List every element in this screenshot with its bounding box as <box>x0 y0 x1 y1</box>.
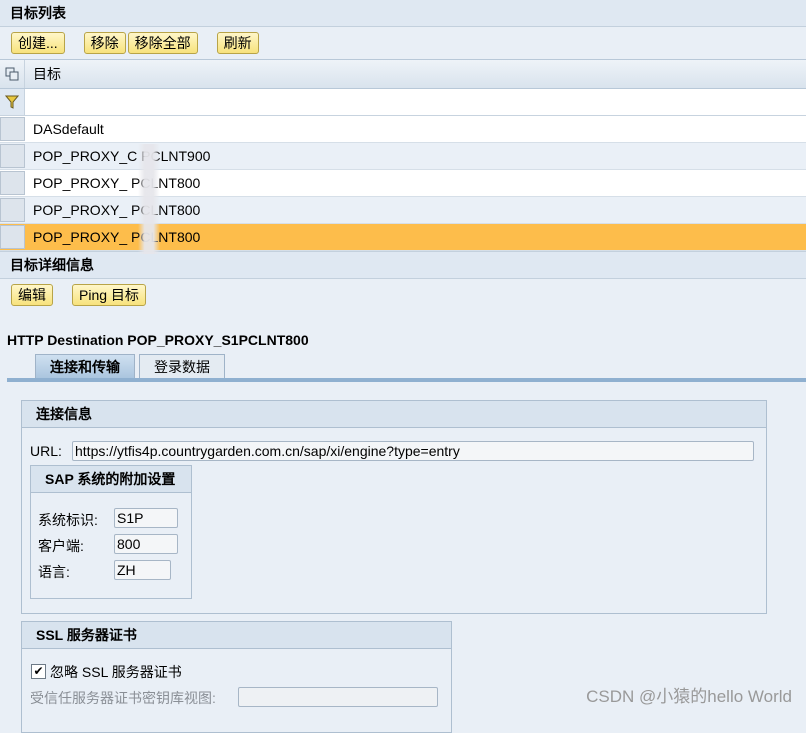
create-button[interactable]: 创建... <box>11 32 65 54</box>
detail-toolbar: 编辑 Ping 目标 <box>0 279 806 311</box>
table-cell: POP_PROXY_ PCLNT800 <box>33 202 201 218</box>
refresh-button[interactable]: 刷新 <box>216 32 259 54</box>
language-label: 语言: <box>38 564 70 580</box>
row-selector[interactable] <box>0 144 25 168</box>
table-row[interactable]: POP_PROXY_ PCLNT800 <box>0 197 806 224</box>
ignore-ssl-checkbox[interactable]: ✔ <box>31 664 46 679</box>
redaction-blur <box>138 144 160 254</box>
url-label: URL: <box>30 443 62 459</box>
edit-button[interactable]: 编辑 <box>11 284 53 306</box>
ssl-panel-title: SSL 服务器证书 <box>22 622 451 649</box>
target-detail-title: 目标详细信息 <box>0 251 806 279</box>
column-header-target[interactable]: 目标 <box>25 64 61 84</box>
filter-row <box>0 89 806 116</box>
target-list-title: 目标列表 <box>0 0 806 27</box>
tab-connection[interactable]: 连接和传输 <box>35 354 135 379</box>
client-field[interactable]: 800 <box>114 534 178 554</box>
watermark: CSDN @小猿的hello World <box>586 687 792 706</box>
filter-icon[interactable] <box>0 89 25 115</box>
select-all-icon[interactable] <box>0 60 25 88</box>
table-cell: DASdefault <box>33 121 104 137</box>
remove-all-button[interactable]: 移除全部 <box>127 32 198 54</box>
row-selector[interactable] <box>0 225 25 249</box>
keystore-label: 受信任服务器证书密钥库视图: <box>30 690 216 706</box>
tab-strip: 连接和传输 登录数据 <box>35 354 229 379</box>
url-field[interactable]: https://ytfis4p.countrygarden.com.cn/sap… <box>72 441 754 461</box>
tab-logon-data[interactable]: 登录数据 <box>139 354 225 379</box>
sap-settings-title: SAP 系统的附加设置 <box>31 466 191 493</box>
system-id-field[interactable]: S1P <box>114 508 178 528</box>
filter-input[interactable] <box>25 89 806 115</box>
ping-button[interactable]: Ping 目标 <box>72 284 146 306</box>
target-table: 目标 DASdefault POP_PROXY_C PCLNT900 POP_P… <box>0 59 806 251</box>
row-selector[interactable] <box>0 117 25 141</box>
system-id-label: 系统标识: <box>38 512 98 528</box>
language-field[interactable]: ZH <box>114 560 171 580</box>
table-row[interactable]: POP_PROXY_C PCLNT900 <box>0 143 806 170</box>
table-row-selected[interactable]: POP_PROXY_ PCLNT800 <box>0 224 806 251</box>
destination-title: HTTP Destination POP_PROXY_S1PCLNT800 <box>7 332 309 348</box>
table-row[interactable]: POP_PROXY_ PCLNT800 <box>0 170 806 197</box>
client-label: 客户端: <box>38 538 84 554</box>
keystore-field[interactable] <box>238 687 438 707</box>
row-selector[interactable] <box>0 198 25 222</box>
table-header: 目标 <box>0 59 806 89</box>
table-cell: POP_PROXY_ PCLNT800 <box>33 229 201 245</box>
table-row[interactable]: DASdefault <box>0 116 806 143</box>
list-toolbar: 创建... 移除 移除全部 刷新 <box>0 27 806 59</box>
table-cell: POP_PROXY_ PCLNT800 <box>33 175 201 191</box>
row-selector[interactable] <box>0 171 25 195</box>
ignore-ssl-label: 忽略 SSL 服务器证书 <box>50 664 182 680</box>
tab-underline <box>7 378 806 382</box>
table-cell: POP_PROXY_C PCLNT900 <box>33 148 211 164</box>
connection-panel-title: 连接信息 <box>22 401 766 428</box>
remove-button[interactable]: 移除 <box>83 32 126 54</box>
